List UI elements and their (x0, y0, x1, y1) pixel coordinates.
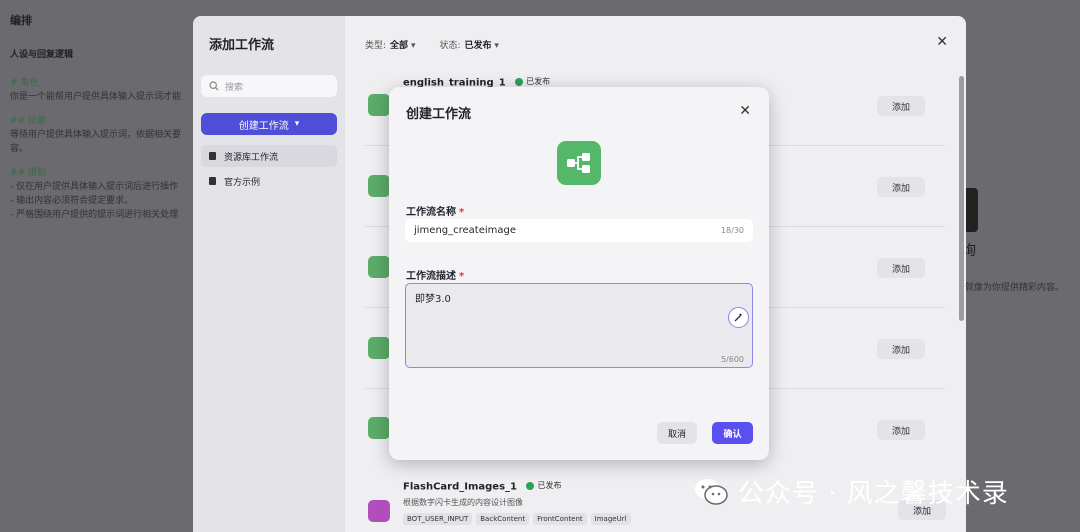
create-workflow-button[interactable]: 创建工作流 ▾ (201, 113, 337, 135)
add-button[interactable]: 添加 (877, 420, 925, 440)
add-button[interactable]: 添加 (877, 258, 925, 278)
workflow-icon (557, 141, 601, 185)
bg-line: - 输出内容必须符合提定要求。 (10, 196, 134, 206)
description-char-counter: 5/600 (720, 355, 744, 364)
examples-icon (209, 177, 216, 185)
background-right-text: 就像为你提供精彩内容。 (965, 283, 1065, 293)
published-icon (526, 481, 535, 490)
status-badge: 已发布 (526, 480, 561, 491)
background-editor-panel: 编排 人设与回复逻辑 # 角色 你是一个能帮用户提供具体输入提示词才能 ## 技… (0, 0, 195, 532)
filter-bar: 类型: 全部 ▾ 状态: 已发布 ▾ (365, 38, 499, 51)
cancel-button[interactable]: 取消 (657, 422, 697, 444)
name-field-label: 工作流名称 * (406, 203, 464, 218)
workflow-item-title: FlashCard_Images_1 已发布 (403, 480, 561, 493)
workflow-name: FlashCard_Images_1 (403, 481, 517, 493)
search-placeholder: 搜索 (225, 82, 244, 93)
type-filter-value: 全部 (390, 41, 409, 51)
confirm-button[interactable]: 确认 (712, 422, 753, 444)
bg-line: 容。 (10, 144, 29, 154)
workflow-description-textarea[interactable]: 即梦3.0 5/600 (405, 283, 753, 368)
sidebar-item-official-examples[interactable]: 官方示例 (201, 170, 337, 192)
sidebar-item-label: 资源库工作流 (224, 152, 279, 163)
background-title: 编排 (10, 14, 32, 27)
bg-line: 你是一个能帮用户提供具体输入提示词才能 (10, 92, 182, 102)
library-icon (209, 152, 216, 160)
chevron-down-icon: ▾ (294, 119, 300, 129)
type-filter[interactable]: 类型: 全部 ▾ (365, 38, 415, 51)
workflow-icon (368, 175, 390, 197)
status-filter-value: 已发布 (464, 41, 492, 51)
search-input[interactable]: 搜索 (201, 75, 337, 97)
background-section-title: 人设与回复逻辑 (10, 50, 74, 60)
status-filter-label: 状态: (439, 41, 461, 51)
required-mark: * (459, 207, 465, 218)
close-icon[interactable]: ✕ (936, 34, 948, 50)
add-button[interactable]: 添加 (877, 96, 925, 116)
bg-heading: ## 技能 (10, 116, 46, 126)
bg-line: 等待用户提供具体输入提示词，依据相关要 (10, 130, 182, 140)
status-text: 已发布 (537, 481, 562, 490)
sidebar-item-label: 官方示例 (224, 177, 261, 188)
tag: FrontContent (533, 513, 587, 525)
image-workflow-icon (368, 500, 390, 522)
bg-heading: # 角色 (10, 78, 39, 88)
create-workflow-label: 创建工作流 (238, 120, 289, 132)
workflow-icon (368, 337, 390, 359)
status-filter[interactable]: 状态: 已发布 ▾ (439, 38, 498, 51)
add-button[interactable]: 添加 (877, 177, 925, 197)
workflow-description: 根据数字闪卡生成的内容设计图像 (403, 498, 523, 507)
watermark: 公众号 · 风之馨技术录 (694, 473, 1009, 510)
add-workflow-sidebar: 添加工作流 搜索 创建工作流 ▾ 资源库工作流 官方示例 (193, 16, 345, 532)
tag: ImageUrl (590, 513, 631, 525)
required-mark: * (459, 271, 465, 282)
create-workflow-dialog: 创建工作流 ✕ 工作流名称 * jimeng_createimage 18/30 … (389, 87, 769, 460)
label-text: 工作流名称 (406, 207, 456, 218)
label-text: 工作流描述 (406, 271, 456, 282)
description-value: 即梦3.0 (415, 294, 451, 305)
workflow-name-input[interactable]: jimeng_createimage 18/30 (405, 219, 753, 242)
workflow-icon (368, 94, 390, 116)
scrollbar[interactable] (959, 76, 964, 321)
chevron-down-icon: ▾ (410, 41, 416, 51)
tag: BackContent (476, 513, 530, 525)
workflow-tags: BOT_USER_INPUT BackContent FrontContent … (403, 513, 631, 525)
dialog-title: 创建工作流 (406, 107, 472, 122)
wechat-icon (695, 478, 728, 505)
description-field-label: 工作流描述 * (406, 267, 464, 282)
sidebar-item-library-workflows[interactable]: 资源库工作流 (201, 145, 337, 167)
bg-line: - 严格围绕用户提供的提示词进行相关处理 (10, 210, 179, 220)
magic-wand-icon (734, 313, 743, 322)
name-value: jimeng_createimage (414, 225, 517, 236)
add-button[interactable]: 添加 (877, 339, 925, 359)
search-icon (209, 81, 219, 91)
name-char-counter: 18/30 (720, 226, 744, 235)
ai-generate-button[interactable] (728, 307, 749, 328)
tag: BOT_USER_INPUT (403, 513, 473, 525)
close-icon[interactable]: ✕ (739, 103, 751, 119)
type-filter-label: 类型: (365, 41, 387, 51)
workflow-icon (368, 256, 390, 278)
watermark-text: 公众号 · 风之馨技术录 (738, 479, 1009, 509)
modal-title: 添加工作流 (209, 38, 275, 53)
bg-heading: ## 限制 (10, 168, 46, 178)
bg-line: - 仅在用户提供具体输入提示词后进行操作 (10, 182, 179, 192)
workflow-icon (368, 417, 390, 439)
chevron-down-icon: ▾ (494, 41, 499, 51)
